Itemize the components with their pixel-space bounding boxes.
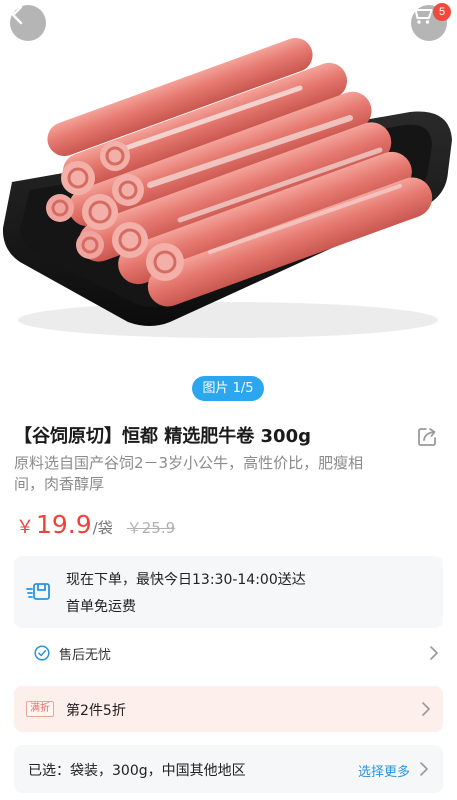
- selected-spec-text: 已选：袋装，300g，中国其他地区: [28, 763, 246, 779]
- title-row: 【谷饲原切】恒都 精选肥牛卷 300g: [14, 424, 443, 450]
- promotion-card[interactable]: 满折 第2件5折: [14, 686, 443, 732]
- price-value: 19.9: [36, 510, 92, 539]
- product-title: 【谷饲原切】恒都 精选肥牛卷 300g: [14, 426, 311, 447]
- share-icon[interactable]: [415, 425, 439, 449]
- back-button[interactable]: [10, 5, 46, 41]
- delivery-truck-icon: [26, 583, 50, 600]
- price-currency: ￥: [16, 517, 34, 538]
- original-price: ￥25.9: [126, 519, 176, 537]
- shopping-cart-icon: [411, 6, 433, 24]
- product-image[interactable]: 5 图片 1/5: [0, 0, 457, 405]
- select-more-link[interactable]: 选择更多: [358, 761, 410, 780]
- beef-rolls-image: [2, 37, 453, 338]
- delivery-time-text: 现在下单，最快今日13:30-14:00送达: [66, 572, 306, 588]
- image-pager: 图片 1/5: [192, 376, 264, 401]
- product-subtitle: 原料选自国产谷饲2－3岁小公牛，高性价比，肥瘦相间，肉香醇厚: [14, 454, 364, 493]
- promo-tag: 满折: [26, 701, 54, 717]
- cart-count-badge: 5: [433, 3, 451, 21]
- chevron-right-icon: [430, 646, 438, 660]
- free-shipping-text: 首单免运费: [66, 599, 136, 615]
- price-row: ￥ 19.9 /袋 ￥25.9: [16, 510, 175, 540]
- cart-button[interactable]: 5: [411, 3, 451, 41]
- check-circle-icon: [34, 645, 50, 661]
- after-sales-label: 售后无忧: [59, 648, 112, 663]
- promo-text: 第2件5折: [66, 703, 126, 719]
- spec-selection-card[interactable]: 已选：袋装，300g，中国其他地区 选择更多: [14, 745, 443, 793]
- chevron-right-icon: [420, 762, 428, 776]
- price-unit: /袋: [92, 519, 113, 537]
- chevron-left-icon: [11, 5, 23, 25]
- delivery-card: 现在下单，最快今日13:30-14:00送达 首单免运费: [14, 556, 443, 628]
- chevron-right-icon: [422, 702, 430, 716]
- after-sales-row[interactable]: 售后无忧: [14, 639, 443, 667]
